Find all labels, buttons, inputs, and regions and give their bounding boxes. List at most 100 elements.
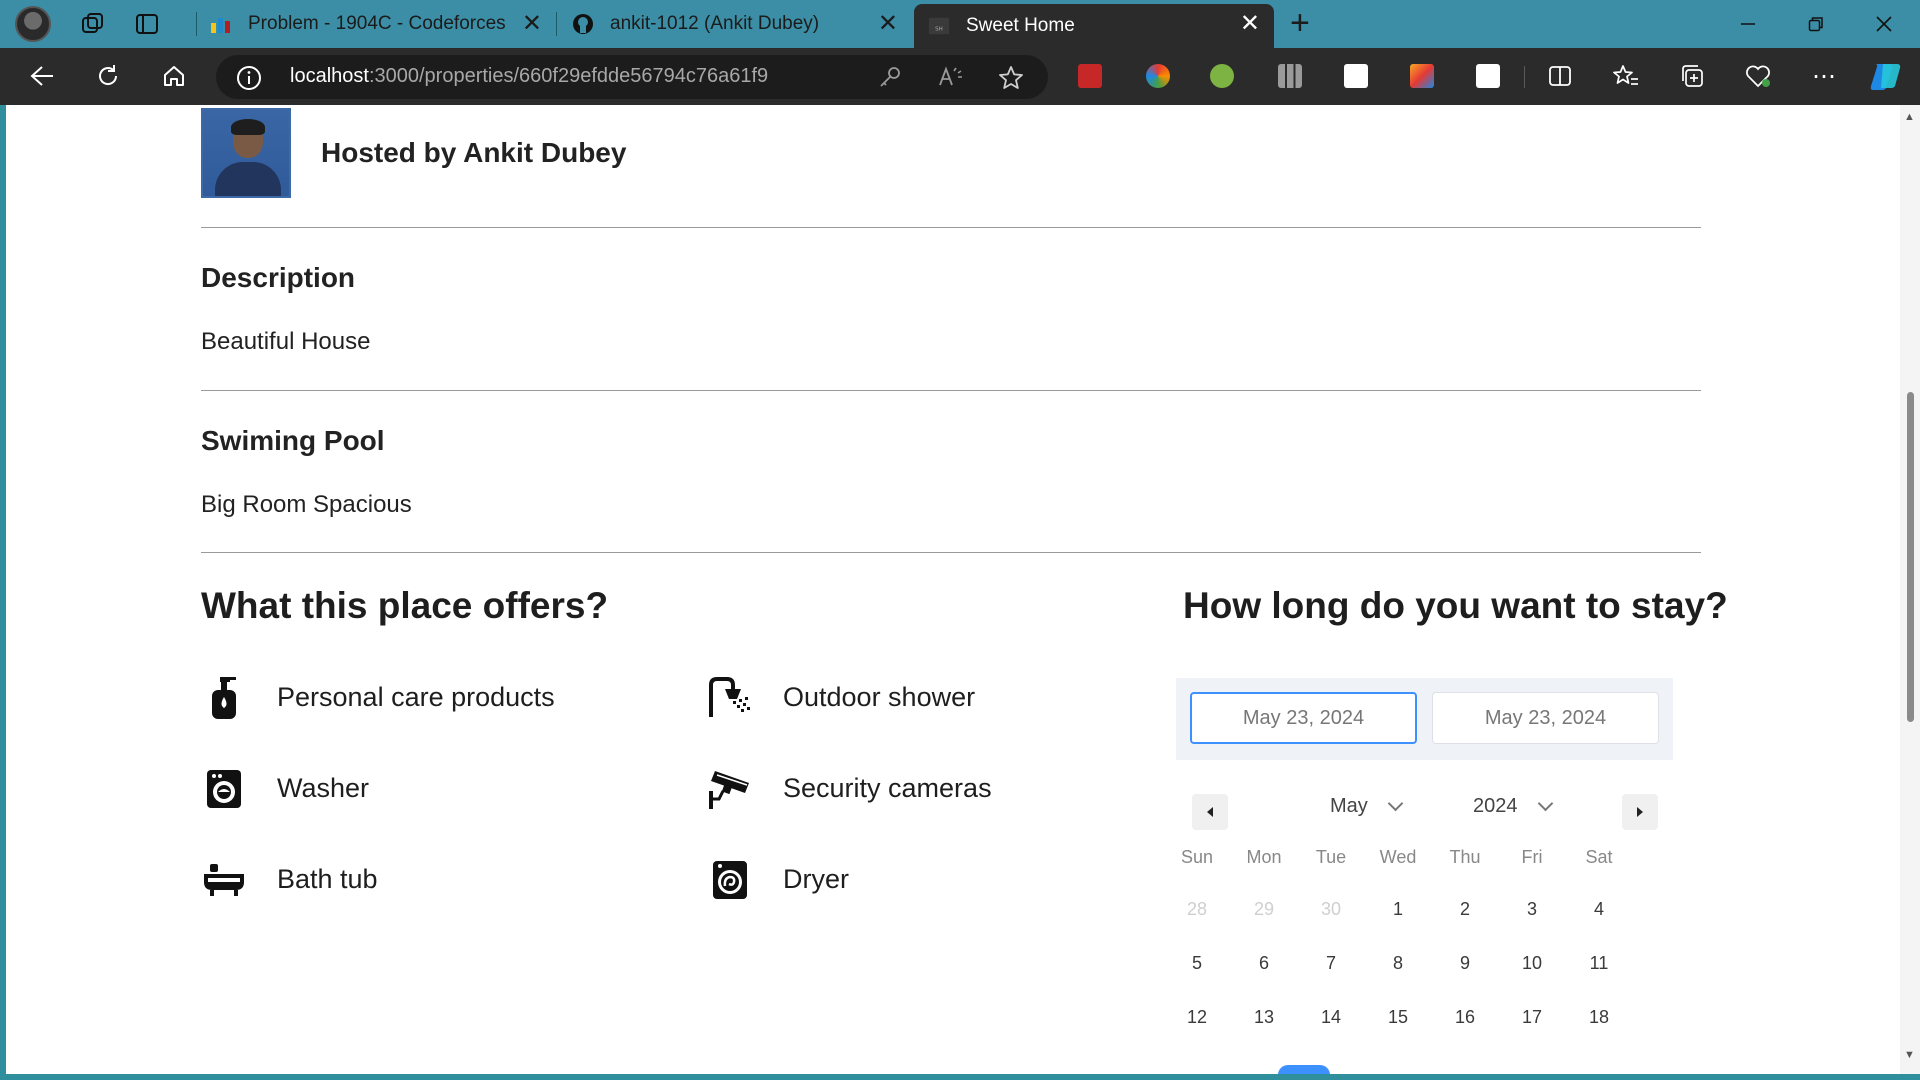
- weekday-header: Fri: [1521, 847, 1543, 867]
- restore-button[interactable]: [1782, 0, 1850, 48]
- divider: [201, 390, 1701, 391]
- toolbar-separator: [1524, 66, 1525, 88]
- amenity-label: Security cameras: [783, 773, 992, 803]
- profile-avatar[interactable]: [15, 6, 51, 42]
- key-icon[interactable]: [878, 65, 902, 94]
- feature-text: Big Room Spacious: [201, 491, 412, 518]
- calendar-day[interactable]: 14: [1298, 1007, 1364, 1028]
- calendar-day[interactable]: 9: [1432, 953, 1498, 974]
- browser-toolbar: localhost:3000/properties/660f29efdde567…: [0, 48, 1920, 105]
- home-button[interactable]: [154, 56, 194, 96]
- chevron-down-icon: [1387, 795, 1404, 812]
- tab-github[interactable]: ankit-1012 (Ankit Dubey) ✕: [572, 4, 912, 44]
- feature-title: Swiming Pool: [201, 425, 385, 456]
- amenity-personal-care: Personal care products: [201, 675, 555, 721]
- new-tab-button[interactable]: +: [1290, 6, 1310, 40]
- browser-essentials-icon[interactable]: [1738, 56, 1778, 96]
- host-name: Hosted by Ankit Dubey: [321, 137, 627, 168]
- calendar-day[interactable]: 29: [1231, 899, 1297, 920]
- month-select-value: May: [1330, 795, 1368, 817]
- extension-add-icon[interactable]: [1210, 64, 1234, 88]
- dryer-icon: [707, 857, 753, 903]
- calendar-day[interactable]: 6: [1231, 953, 1297, 974]
- tab-title: Sweet Home: [966, 15, 1075, 36]
- close-window-button[interactable]: [1850, 0, 1918, 48]
- scroll-down-arrow-icon[interactable]: ▼: [1904, 1049, 1915, 1061]
- scroll-up-arrow-icon[interactable]: ▲: [1904, 111, 1915, 123]
- previous-month-button[interactable]: [1192, 794, 1228, 830]
- scroll-thumb[interactable]: [1907, 392, 1914, 722]
- collections-icon[interactable]: [1672, 56, 1712, 96]
- check-in-date-input[interactable]: [1190, 692, 1417, 744]
- amenity-dryer: Dryer: [707, 857, 849, 903]
- weekday-header: Tue: [1315, 847, 1347, 867]
- address-bar[interactable]: localhost:3000/properties/660f29efdde567…: [216, 55, 1048, 99]
- washer-icon: [201, 766, 247, 812]
- split-screen-icon[interactable]: [1540, 56, 1580, 96]
- calendar-day[interactable]: 30: [1298, 899, 1364, 920]
- minimize-button[interactable]: [1714, 0, 1782, 48]
- weekday-header: Mon: [1246, 847, 1282, 867]
- workspaces-icon[interactable]: [73, 4, 113, 44]
- tab-title: ankit-1012 (Ankit Dubey): [610, 13, 820, 34]
- calendar-day[interactable]: 16: [1432, 1007, 1498, 1028]
- extension-chart-icon[interactable]: [1344, 64, 1368, 88]
- close-tab-icon[interactable]: ✕: [878, 12, 898, 36]
- weekday-header: Wed: [1379, 847, 1417, 867]
- back-button[interactable]: [22, 56, 62, 96]
- weekday-header: Sun: [1180, 847, 1214, 867]
- url-text: localhost:3000/properties/660f29efdde567…: [290, 65, 769, 87]
- chevron-down-icon: [1537, 795, 1553, 812]
- extension-pdf-icon[interactable]: [1078, 64, 1102, 88]
- github-icon: [572, 13, 594, 35]
- copilot-icon[interactable]: [1866, 56, 1906, 96]
- amenity-washer: Washer: [201, 766, 369, 812]
- weekday-header: Thu: [1449, 847, 1481, 867]
- close-tab-icon[interactable]: ✕: [1240, 12, 1260, 36]
- calendar-day[interactable]: 28: [1164, 899, 1230, 920]
- refresh-button[interactable]: [88, 56, 128, 96]
- calendar-day[interactable]: 1: [1365, 899, 1431, 920]
- host-section: Hosted by Ankit Dubey: [201, 108, 626, 198]
- year-select[interactable]: 2024: [1473, 795, 1553, 818]
- amenity-bath-tub: Bath tub: [201, 857, 378, 903]
- extension-stats-icon[interactable]: [1278, 64, 1302, 88]
- next-month-button[interactable]: [1622, 794, 1658, 830]
- security-camera-icon: [707, 766, 753, 812]
- calendar-day[interactable]: 17: [1499, 1007, 1565, 1028]
- tab-sweet-home[interactable]: SH Sweet Home ✕: [914, 4, 1274, 48]
- close-tab-icon[interactable]: ✕: [522, 12, 542, 36]
- page-scrollbar[interactable]: ▲ ▼: [1900, 105, 1920, 1074]
- check-out-date-input[interactable]: [1432, 692, 1659, 744]
- calendar-day[interactable]: 15: [1365, 1007, 1431, 1028]
- shower-icon: [707, 675, 753, 721]
- calendar-day[interactable]: 18: [1566, 1007, 1632, 1028]
- codeforces-icon: [210, 13, 232, 35]
- host-avatar: [201, 108, 291, 198]
- calendar-day[interactable]: 8: [1365, 953, 1431, 974]
- more-menu-icon[interactable]: ⋯: [1804, 56, 1844, 96]
- tab-codeforces[interactable]: Problem - 1904C - Codeforces ✕: [210, 4, 556, 44]
- favorites-icon[interactable]: [1606, 56, 1646, 96]
- calendar-day[interactable]: 12: [1164, 1007, 1230, 1028]
- svg-text:SH: SH: [935, 27, 943, 33]
- date-range-inputs: [1176, 678, 1673, 760]
- read-aloud-icon[interactable]: [938, 65, 964, 94]
- tab-separator: [196, 12, 197, 36]
- calendar-day[interactable]: 2: [1432, 899, 1498, 920]
- extension-paint-icon[interactable]: [1410, 64, 1434, 88]
- calendar-day[interactable]: 7: [1298, 953, 1364, 974]
- vertical-tabs-icon[interactable]: [127, 4, 167, 44]
- calendar-day[interactable]: 4: [1566, 899, 1632, 920]
- site-info-icon[interactable]: [236, 65, 262, 96]
- month-select[interactable]: May: [1330, 795, 1404, 818]
- calendar-day[interactable]: 11: [1566, 953, 1632, 974]
- extension-lx-icon[interactable]: [1476, 64, 1500, 88]
- calendar-day[interactable]: 3: [1499, 899, 1565, 920]
- calendar-day[interactable]: 10: [1499, 953, 1565, 974]
- calendar-day[interactable]: 5: [1164, 953, 1230, 974]
- favorite-star-icon[interactable]: [998, 65, 1024, 96]
- extension-color-icon[interactable]: [1146, 64, 1170, 88]
- amenity-outdoor-shower: Outdoor shower: [707, 675, 975, 721]
- calendar-day[interactable]: 13: [1231, 1007, 1297, 1028]
